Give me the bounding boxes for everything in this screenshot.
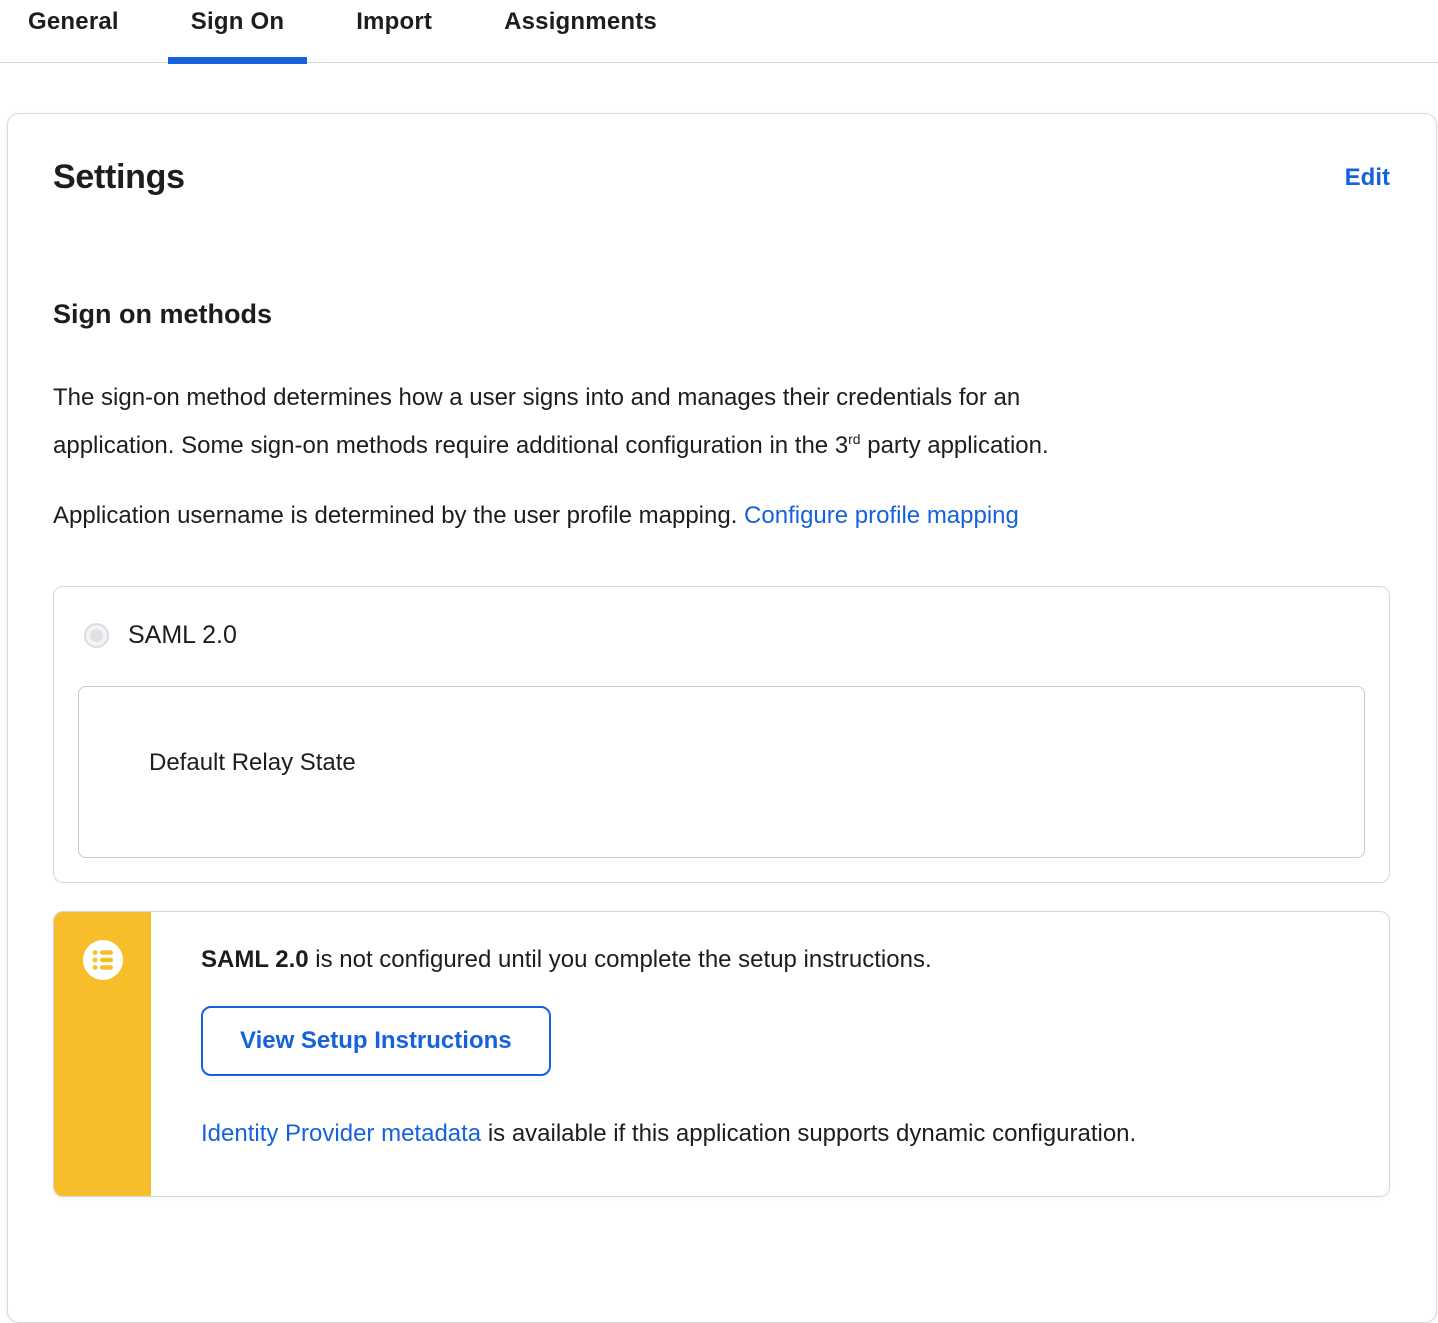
metadata-note-text: is available if this application support… [481,1120,1137,1147]
configure-profile-mapping-link[interactable]: Configure profile mapping [744,502,1019,529]
saml-radio-label: SAML 2.0 [128,621,237,649]
saml-radio-button[interactable] [84,623,109,648]
warning-message-text: is not configured until you complete the… [308,946,932,973]
warning-banner-message: SAML 2.0 is not configured until you com… [201,944,1349,976]
tab-assignments[interactable]: Assignments [481,0,680,63]
username-note: Application username is determined by th… [53,492,1390,540]
saml-radio-row: SAML 2.0 [78,621,1365,650]
description-line2-start: application. Some sign-on methods requir… [53,432,849,459]
tab-bar: General Sign On Import Assignments [0,0,1438,64]
bullet-list-icon [82,940,123,980]
view-setup-instructions-button[interactable]: View Setup Instructions [201,1006,551,1076]
identity-provider-metadata-link[interactable]: Identity Provider metadata [201,1120,481,1147]
description-line1: The sign-on method determines how a user… [53,384,1021,411]
settings-card: Settings Edit Sign on methods The sign-o… [7,113,1437,1323]
default-relay-state-fieldset: Default Relay State [78,686,1365,858]
ordinal-superscript: rd [848,431,861,447]
warning-banner-stripe [54,912,151,1196]
metadata-note: Identity Provider metadata is available … [201,1118,1349,1150]
default-relay-state-label: Default Relay State [149,749,356,776]
edit-button[interactable]: Edit [1345,164,1390,192]
settings-card-header: Settings Edit [53,158,1390,197]
tab-general[interactable]: General [5,0,142,63]
sign-on-methods-heading: Sign on methods [53,299,272,329]
description-line2-end: party application. [860,432,1049,459]
tab-import[interactable]: Import [333,0,455,63]
tab-sign-on[interactable]: Sign On [167,0,308,64]
page-title: Settings [53,158,185,196]
warning-banner-content: SAML 2.0 is not configured until you com… [151,912,1389,1196]
sign-on-method-description: The sign-on method determines how a user… [53,374,1390,470]
saml-setup-warning-banner: SAML 2.0 is not configured until you com… [53,911,1390,1197]
username-note-text: Application username is determined by th… [53,502,745,529]
warning-app-name: SAML 2.0 [201,946,309,973]
saml-option-box: SAML 2.0 Default Relay State [53,586,1390,883]
